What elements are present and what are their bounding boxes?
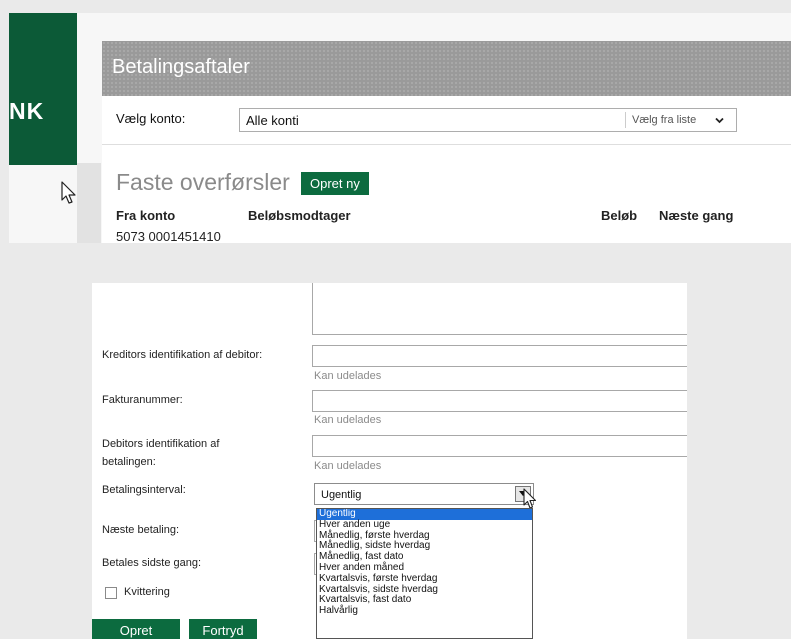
column-header-naeste-gang[interactable]: Næste gang (659, 208, 733, 223)
column-header-beloeb[interactable]: Beløb (601, 208, 637, 223)
opret-ny-button[interactable]: Opret ny (301, 172, 369, 195)
faktura-label: Fakturanummer: (102, 394, 183, 406)
betalingsaftaler-panel: Betalingsaftaler Vælg konto: Alle konti … (102, 41, 791, 243)
debitor-label-line1: Debitors identifikation af (102, 438, 220, 450)
chevron-down-icon[interactable] (715, 116, 724, 125)
naeste-betaling-label: Næste betaling: (102, 524, 180, 536)
faktura-input[interactable] (312, 390, 687, 412)
kreditor-label: Kreditors identifikation af debitor: (102, 349, 263, 361)
mouse-cursor-icon (523, 488, 537, 509)
sidste-gang-label: Betales sidste gang: (102, 557, 202, 569)
kvittering-label: Kvittering (124, 586, 170, 598)
bank-logo-text: NK (9, 98, 45, 124)
opret-button[interactable]: Opret (92, 619, 180, 639)
debitor-hint: Kan udelades (314, 460, 382, 472)
bank-logo-panel: NK (9, 13, 77, 165)
interval-select[interactable]: Ugentlig (314, 483, 534, 505)
column-header-beloebsmodtager[interactable]: Beløbsmodtager (248, 208, 351, 223)
top-screenshot: NK Betalingsaftaler Vælg konto: Alle kon… (9, 13, 791, 243)
side-gutter (77, 163, 101, 243)
table-row-account[interactable]: 5073 0001451410 (116, 229, 221, 243)
kreditor-hint: Kan udelades (314, 370, 382, 382)
kvittering-checkbox[interactable] (105, 587, 117, 599)
interval-dropdown-list[interactable]: Ugentlig Hver anden uge Månedlig, første… (316, 508, 533, 639)
select-separator (625, 112, 626, 128)
faktura-hint: Kan udelades (314, 414, 382, 426)
message-textarea[interactable] (312, 283, 687, 335)
konto-label: Vælg konto: (116, 111, 186, 126)
interval-selected-value: Ugentlig (321, 489, 362, 501)
bottom-screenshot: Kreditors identifikation af debitor: Kan… (92, 283, 687, 639)
mouse-cursor-icon (61, 181, 76, 204)
divider (102, 144, 791, 145)
interval-label: Betalingsinterval: (102, 484, 186, 496)
konto-hint: Vælg fra liste (632, 114, 697, 126)
dropdown-option[interactable]: Kvartalsvis, første hverdag (317, 573, 532, 585)
panel-header: Betalingsaftaler (102, 41, 791, 96)
debitor-input[interactable] (312, 435, 687, 457)
kreditor-input[interactable] (312, 345, 687, 367)
konto-selected-value: Alle konti (246, 113, 299, 128)
dropdown-option[interactable]: Hver anden uge (317, 519, 532, 531)
debitor-label-line2: betalingen: (102, 456, 156, 468)
dropdown-option[interactable]: Halvårlig (317, 605, 532, 617)
fortryd-button[interactable]: Fortryd (189, 619, 257, 639)
section-title: Faste overførsler (116, 169, 290, 195)
column-header-fra-konto[interactable]: Fra konto (116, 208, 175, 223)
konto-select[interactable]: Alle konti Vælg fra liste (239, 108, 737, 132)
page-title: Betalingsaftaler (112, 56, 250, 78)
